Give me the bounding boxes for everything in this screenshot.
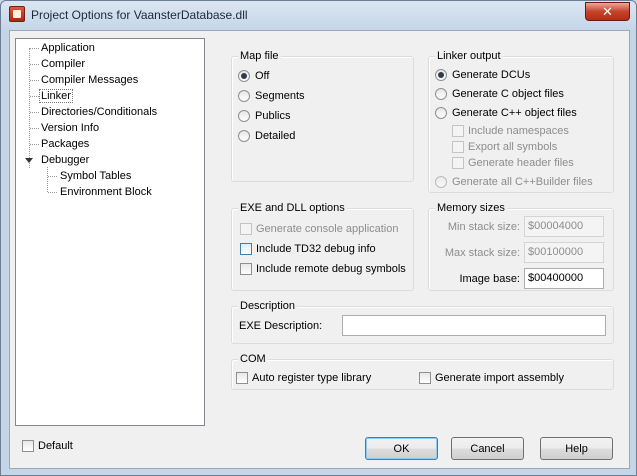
max-stack-size-field[interactable]: $00100000: [524, 242, 604, 263]
com-title: COM: [238, 353, 268, 365]
radio-button-icon: [435, 176, 447, 188]
checkbox-icon: [452, 157, 464, 169]
check-include-td32-debug-info[interactable]: Include TD32 debug info: [240, 243, 376, 255]
check-generate-console-application[interactable]: Generate console application: [240, 223, 398, 235]
check-generate-import-assembly[interactable]: Generate import assembly: [419, 372, 564, 384]
tree-connector: [30, 64, 39, 65]
tree-connector: [30, 96, 39, 97]
check-include-namespaces[interactable]: Include namespaces: [452, 125, 569, 137]
help-button[interactable]: Help: [540, 437, 613, 460]
radio-button-icon: [435, 107, 447, 119]
tree-item-packages[interactable]: Packages: [40, 137, 90, 152]
min-stack-size-label: Min stack size:: [447, 221, 520, 233]
checkbox-icon: [419, 372, 431, 384]
tree-connector: [48, 192, 57, 193]
default-checkbox[interactable]: Default: [22, 440, 73, 452]
check-auto-register-type-library[interactable]: Auto register type library: [236, 372, 371, 384]
min-stack-size-field[interactable]: $00004000: [524, 216, 604, 237]
radio-map-publics[interactable]: Publics: [238, 110, 290, 122]
app-icon: [9, 6, 25, 22]
tree-item-debugger[interactable]: Debugger: [40, 153, 90, 168]
image-base-field[interactable]: $00400000: [524, 268, 604, 289]
tree-connector: [48, 176, 57, 177]
dialog-client-area: Application Compiler Compiler Messages L…: [9, 30, 630, 469]
image-base-label: Image base:: [459, 273, 520, 285]
radio-button-icon: [238, 90, 250, 102]
radio-map-segments[interactable]: Segments: [238, 90, 305, 102]
tree-connector: [30, 144, 39, 145]
tree-item-linker[interactable]: Linker: [39, 89, 73, 104]
tree-item-symbol-tables[interactable]: Symbol Tables: [59, 169, 132, 184]
tree-connector: [30, 80, 39, 81]
tree-item-compiler-messages[interactable]: Compiler Messages: [40, 73, 139, 88]
radio-button-icon: [238, 110, 250, 122]
max-stack-size-label: Max stack size:: [444, 247, 520, 259]
com-group: COM Auto register type library Generate …: [231, 353, 614, 390]
tree-connector-line: [47, 167, 48, 192]
radio-generate-dcus[interactable]: Generate DCUs: [435, 69, 530, 81]
tree-connector: [30, 128, 39, 129]
linker-output-title: Linker output: [435, 50, 503, 62]
checkbox-icon: [22, 440, 34, 452]
description-group: Description EXE Description:: [231, 300, 614, 344]
checkbox-icon: [452, 125, 464, 137]
tree-connector: [30, 48, 39, 49]
check-include-remote-debug-symbols[interactable]: Include remote debug symbols: [240, 263, 406, 275]
exe-description-label: EXE Description:: [239, 320, 323, 332]
cancel-button[interactable]: Cancel: [451, 437, 524, 460]
tree-item-application[interactable]: Application: [40, 41, 96, 56]
description-title: Description: [238, 300, 298, 312]
tree-item-version-info[interactable]: Version Info: [40, 121, 100, 136]
radio-map-detailed[interactable]: Detailed: [238, 130, 295, 142]
radio-button-icon: [238, 130, 250, 142]
tree-connector: [30, 112, 39, 113]
radio-generate-all-cppbuilder-files[interactable]: Generate all C++Builder files: [435, 176, 593, 188]
radio-button-icon: [435, 88, 447, 100]
checkbox-icon: [240, 263, 252, 275]
check-export-all-symbols[interactable]: Export all symbols: [452, 141, 557, 153]
checkbox-icon: [236, 372, 248, 384]
close-icon: ✕: [602, 3, 613, 19]
window-title: Project Options for VaansterDatabase.dll: [31, 8, 248, 22]
memory-sizes-group: Memory sizes Min stack size: $00004000 M…: [428, 202, 614, 291]
linker-output-group: Linker output Generate DCUs Generate C o…: [428, 50, 614, 193]
checkbox-icon: [240, 243, 252, 255]
expand-arrow-icon[interactable]: [25, 158, 33, 163]
radio-generate-c-object-files[interactable]: Generate C object files: [435, 88, 564, 100]
tree-connector-line: [29, 48, 30, 168]
exe-dll-options-title: EXE and DLL options: [238, 202, 347, 214]
memory-sizes-title: Memory sizes: [435, 202, 507, 214]
tree-item-environment-block[interactable]: Environment Block: [59, 185, 153, 200]
check-generate-header-files[interactable]: Generate header files: [452, 157, 574, 169]
exe-dll-options-group: EXE and DLL options Generate console app…: [231, 202, 414, 291]
options-tree[interactable]: Application Compiler Compiler Messages L…: [15, 38, 205, 426]
checkbox-icon: [452, 141, 464, 153]
tree-item-directories-conditionals[interactable]: Directories/Conditionals: [40, 105, 158, 120]
checkbox-icon: [240, 223, 252, 235]
radio-button-icon: [435, 69, 447, 81]
radio-button-icon: [238, 70, 250, 82]
map-file-title: Map file: [238, 50, 281, 62]
exe-description-field[interactable]: [342, 315, 606, 336]
map-file-group: Map file Off Segments Publics Detailed: [231, 50, 414, 182]
project-options-dialog: Project Options for VaansterDatabase.dll…: [0, 0, 637, 476]
tree-item-compiler[interactable]: Compiler: [40, 57, 86, 72]
title-bar: Project Options for VaansterDatabase.dll…: [1, 1, 636, 29]
radio-generate-cpp-object-files[interactable]: Generate C++ object files: [435, 107, 577, 119]
ok-button[interactable]: OK: [365, 437, 438, 460]
close-button[interactable]: ✕: [585, 2, 630, 21]
radio-map-off[interactable]: Off: [238, 70, 269, 82]
